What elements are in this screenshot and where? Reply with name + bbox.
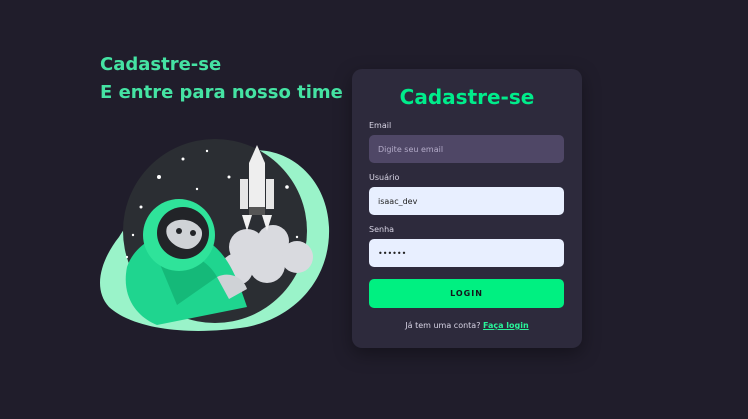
login-prompt-text: Já tem uma conta?: [405, 321, 481, 330]
password-field[interactable]: [369, 239, 564, 267]
astronaut-rocket-icon: [97, 137, 335, 333]
login-button[interactable]: LOGIN: [369, 279, 564, 308]
password-label: Senha: [369, 225, 395, 234]
email-field[interactable]: [369, 135, 564, 163]
signup-card: Cadastre-se Email Usuário Senha LOGIN Já…: [352, 69, 582, 348]
login-prompt: Já tem uma conta? Faça login: [352, 321, 582, 330]
username-label: Usuário: [369, 173, 400, 182]
form-title: Cadastre-se: [399, 85, 535, 109]
hero-heading: Cadastre-se E entre para nosso time: [100, 51, 343, 107]
hero-line-2: E entre para nosso time: [100, 82, 343, 103]
username-field[interactable]: [369, 187, 564, 215]
login-link[interactable]: Faça login: [483, 321, 529, 330]
hero-line-1: Cadastre-se: [100, 54, 222, 75]
email-label: Email: [369, 121, 392, 130]
